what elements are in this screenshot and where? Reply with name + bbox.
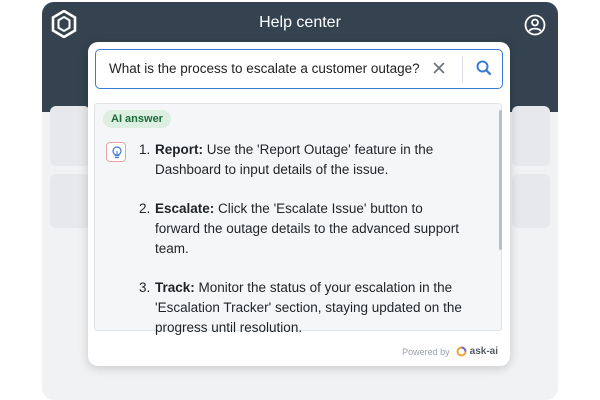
- powered-by[interactable]: Powered by ask-ai: [402, 346, 498, 357]
- answer-list: 1. Report: Use the 'Report Outage' featu…: [139, 140, 464, 357]
- ask-ai-logo-icon: [456, 346, 467, 357]
- answer-panel: AI answer 1. Report: Use the 'Report Out…: [94, 103, 502, 335]
- search-icon[interactable]: [474, 58, 494, 78]
- ask-ai-widget: AI answer 1. Report: Use the 'Report Out…: [88, 42, 510, 366]
- step-number: 2.: [139, 201, 151, 216]
- step-text: Escalate: Click the 'Escalate Issue' but…: [155, 199, 464, 259]
- background-card: [50, 106, 90, 166]
- search-box: [95, 49, 503, 89]
- widget-footer: Powered by ask-ai: [88, 340, 510, 366]
- answer-step: 1. Report: Use the 'Report Outage' featu…: [139, 140, 464, 180]
- ai-answer-badge: AI answer: [103, 110, 171, 128]
- step-title: Track:: [155, 280, 195, 295]
- background-card: [512, 174, 550, 228]
- background-card: [50, 174, 90, 228]
- step-number: 3.: [139, 280, 151, 295]
- close-icon[interactable]: [430, 59, 448, 77]
- answer-step: 3. Track: Monitor the status of your esc…: [139, 278, 464, 338]
- step-title: Escalate:: [155, 201, 215, 216]
- step-title: Report:: [155, 142, 203, 157]
- search-divider: [462, 56, 463, 82]
- page-title: Help center: [259, 14, 341, 31]
- search-input[interactable]: [109, 50, 427, 87]
- brand-name: ask-ai: [469, 346, 498, 357]
- answer-step: 2. Escalate: Click the 'Escalate Issue' …: [139, 199, 464, 259]
- background-card: [512, 106, 550, 166]
- step-text: Track: Monitor the status of your escala…: [155, 278, 464, 338]
- step-number: 1.: [139, 142, 151, 157]
- step-description: Monitor the status of your escalation in…: [155, 280, 462, 335]
- powered-by-label: Powered by: [402, 346, 450, 357]
- scrollbar[interactable]: [499, 110, 502, 250]
- user-circle-icon[interactable]: [524, 14, 546, 36]
- step-text: Report: Use the 'Report Outage' feature …: [155, 140, 464, 180]
- lightbulb-icon: [106, 142, 126, 162]
